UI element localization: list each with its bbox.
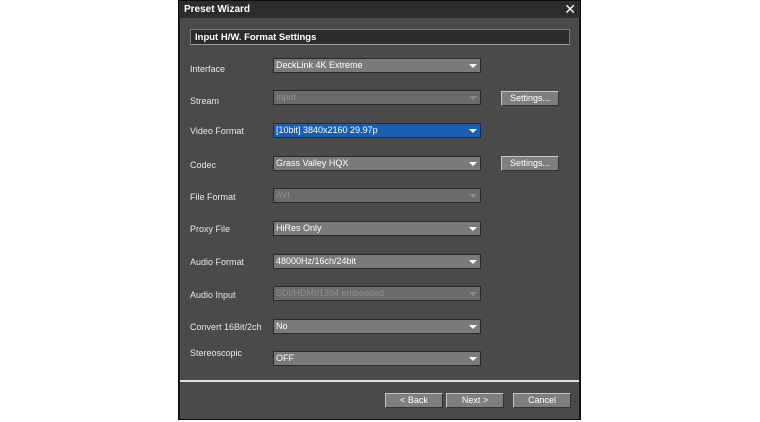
chevron-down-icon (469, 194, 477, 198)
section-header: Input H/W. Format Settings (190, 29, 570, 45)
convert-select[interactable]: No (273, 319, 481, 334)
chevron-down-icon (469, 64, 477, 68)
back-button[interactable]: < Back (385, 393, 443, 408)
video-format-value: [10bit] 3840x2160 29.97p (276, 125, 378, 135)
chevron-down-icon (469, 96, 477, 100)
video-format-label: Video Format (190, 126, 244, 136)
proxy-file-value: HiRes Only (276, 223, 322, 233)
interface-value: DeckLink 4K Extreme (276, 60, 363, 70)
chevron-down-icon (469, 227, 477, 231)
audio-format-select[interactable]: 48000Hz/16ch/24bit (273, 254, 481, 269)
dialog-title: Preset Wizard (184, 4, 251, 15)
stream-settings-button[interactable]: Settings... (501, 91, 559, 106)
footer-divider (180, 380, 579, 382)
audio-format-label: Audio Format (190, 257, 245, 267)
audio-input-value: SDI/HDMI/1394 embedded (276, 288, 385, 298)
stereoscopic-value: OFF (276, 353, 294, 363)
file-format-value: AVI (276, 190, 290, 200)
codec-settings-button[interactable]: Settings... (501, 156, 559, 171)
codec-select[interactable]: Grass Valley HQX (273, 156, 481, 171)
file-format-label: File Format (190, 192, 236, 202)
audio-format-value: 48000Hz/16ch/24bit (276, 256, 357, 266)
section-title: Input H/W. Format Settings (195, 32, 317, 43)
interface-select[interactable]: DeckLink 4K Extreme (273, 58, 481, 73)
dialog-body: Input H/W. Format Settings Interface Dec… (180, 18, 579, 419)
audio-input-label: Audio Input (190, 290, 236, 300)
stream-label: Stream (190, 96, 220, 106)
interface-label: Interface (190, 64, 226, 74)
chevron-down-icon (469, 129, 477, 133)
next-button[interactable]: Next > (446, 393, 504, 408)
preset-wizard-dialog: Preset Wizard ✕ Input H/W. Format Settin… (178, 0, 581, 420)
proxy-file-label: Proxy File (190, 224, 231, 234)
convert-label: Convert 16Bit/2ch (190, 322, 262, 332)
stereoscopic-select[interactable]: OFF (273, 351, 481, 366)
video-format-select[interactable]: [10bit] 3840x2160 29.97p (273, 123, 481, 138)
convert-value: No (276, 321, 288, 331)
proxy-file-select[interactable]: HiRes Only (273, 221, 481, 236)
codec-label: Codec (190, 160, 217, 170)
title-bar: Preset Wizard ✕ (179, 1, 580, 18)
file-format-select: AVI (273, 188, 481, 203)
stereoscopic-label: Stereoscopic (190, 348, 243, 358)
chevron-down-icon (469, 292, 477, 296)
close-icon[interactable]: ✕ (564, 1, 576, 18)
audio-input-select: SDI/HDMI/1394 embedded (273, 286, 481, 301)
stream-value: Input (276, 92, 297, 102)
chevron-down-icon (469, 162, 477, 166)
chevron-down-icon (469, 325, 477, 329)
chevron-down-icon (469, 357, 477, 361)
chevron-down-icon (469, 260, 477, 264)
codec-value: Grass Valley HQX (276, 158, 349, 168)
stream-select: Input (273, 90, 481, 105)
cancel-button[interactable]: Cancel (513, 393, 571, 408)
